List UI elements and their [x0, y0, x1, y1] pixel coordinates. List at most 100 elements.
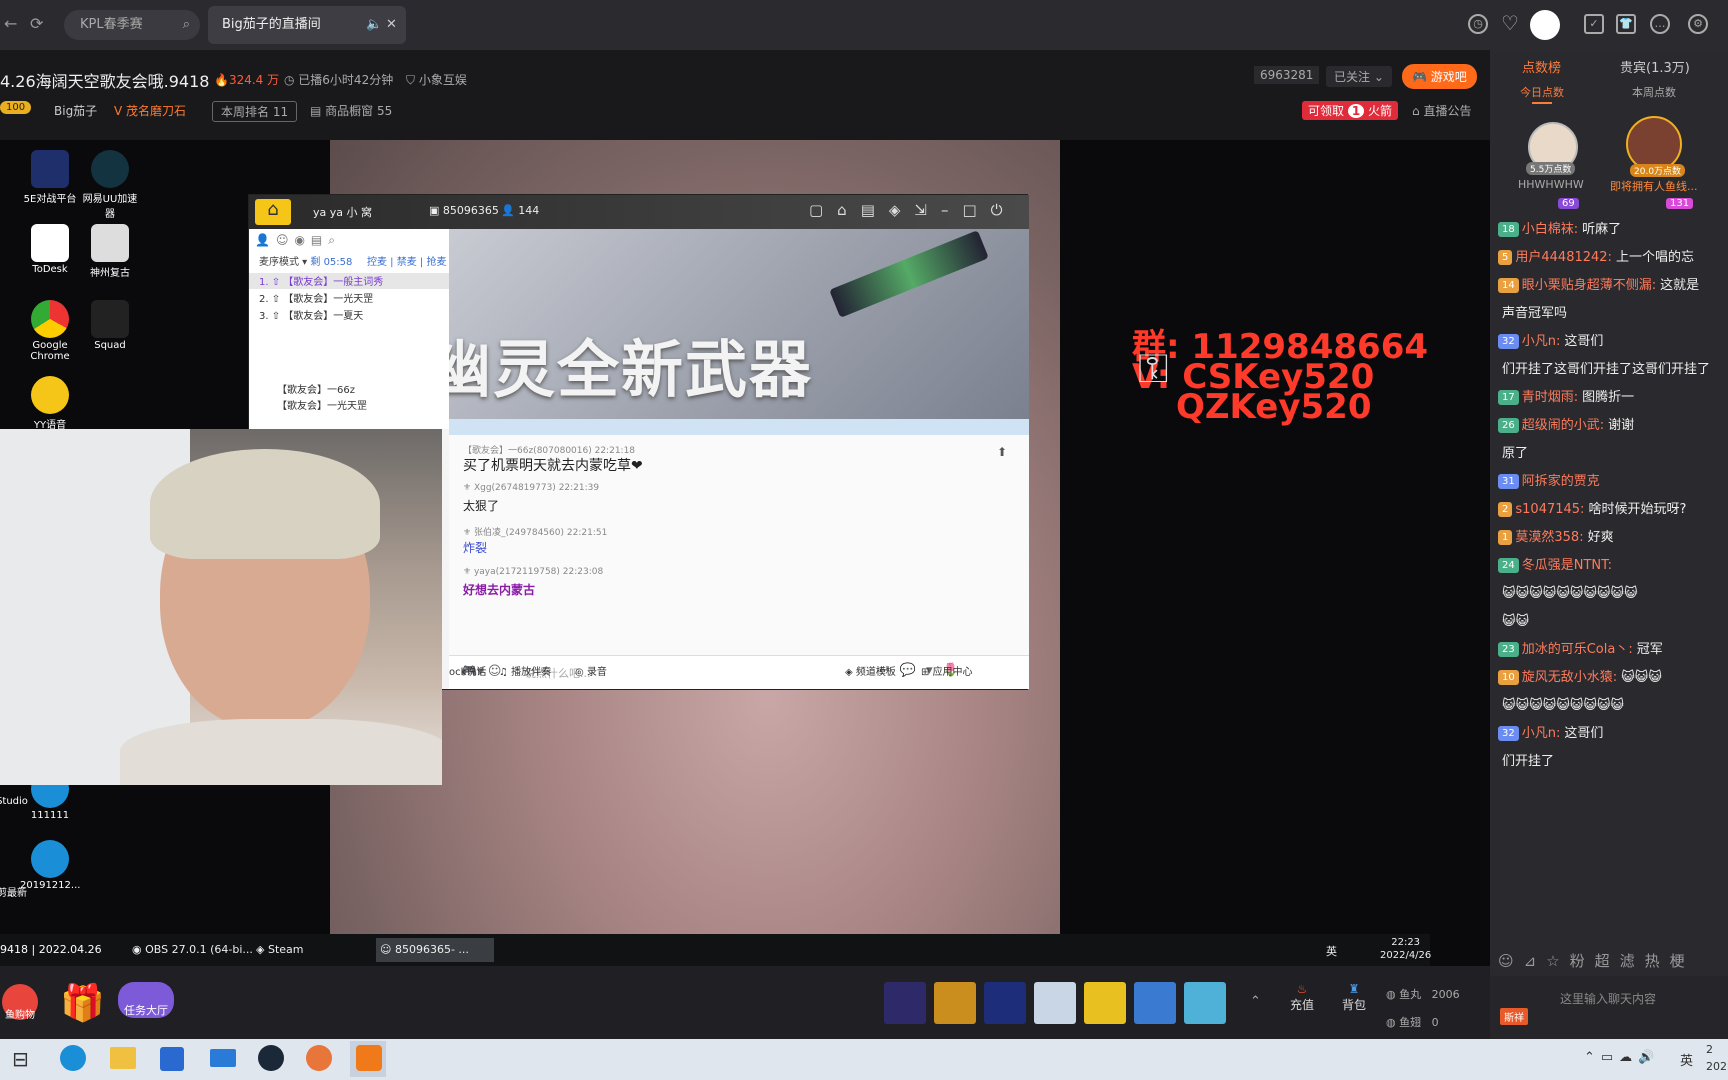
task-app[interactable]: ☺ 85096365- ...	[380, 943, 469, 956]
chat-username[interactable]: s1047145:	[1515, 502, 1584, 517]
gift-card-icon[interactable]	[1084, 982, 1126, 1024]
yy-channel-name: ya ya 小 窝	[313, 206, 372, 219]
weekly-rank[interactable]: 本周排名 11	[212, 101, 298, 122]
task-app[interactable]: ◈ Steam	[256, 943, 304, 956]
gift-rocket2-icon[interactable]	[984, 982, 1026, 1024]
task-hall-button[interactable]: 任务大厅	[118, 982, 174, 1018]
shop-window[interactable]: ▤ 商品橱窗 55	[310, 102, 392, 119]
app-icon[interactable]	[306, 1045, 332, 1071]
shirt-icon[interactable]: 👕	[1616, 14, 1636, 34]
edge-icon[interactable]	[60, 1045, 86, 1071]
member-item[interactable]: 【歌友会】一66z	[277, 381, 355, 396]
task-app[interactable]: ◉ OBS 27.0.1 (64-bi...	[132, 943, 253, 956]
task-icon[interactable]: ✓	[1584, 14, 1604, 34]
folder-icon[interactable]	[110, 1047, 136, 1069]
chat-username[interactable]: 阿拆家的贾克	[1522, 474, 1600, 489]
desktop-icon[interactable]: 网易UU加速器	[80, 150, 140, 220]
close-icon[interactable]: ✕	[386, 6, 397, 44]
recharge-button[interactable]: ♨ 充值	[1290, 982, 1314, 1013]
search-icon[interactable]: ⌕	[183, 10, 190, 40]
mail-icon[interactable]	[210, 1049, 236, 1067]
browser-tab[interactable]: Big茄子的直播间 🔈 ✕	[208, 6, 406, 44]
follow-button[interactable]: 已关注 ⌄	[1326, 66, 1392, 87]
desktop-icon[interactable]: 5E对战平台	[20, 150, 80, 205]
chat-username[interactable]: 用户44481242:	[1515, 250, 1612, 265]
chat-username[interactable]: 小凡n:	[1522, 334, 1561, 349]
mode-select[interactable]: 麦序模式 ▾ 剩 05:58	[259, 253, 352, 268]
desktop-icon[interactable]: 神州复古	[80, 224, 140, 279]
browser-toolbar: ← ⟳ KPL春季赛 ⌕ Big茄子的直播间 🔈 ✕ ◷ ♡ ✓ 👕 … ⚙	[0, 0, 1728, 50]
bottom-item[interactable]: ock说话	[449, 663, 486, 678]
expand-gifts-icon[interactable]: ⌃	[1250, 994, 1261, 1009]
desktop-icon[interactable]: ToDesk	[20, 224, 80, 275]
bottom-item[interactable]: ♫ 播放伴奏	[499, 663, 551, 678]
tab-week-points[interactable]: 本周点数	[1632, 84, 1676, 100]
message-icon[interactable]: …	[1650, 14, 1670, 34]
ime-indicator[interactable]: 英	[1680, 1050, 1693, 1069]
msg-meta: ⚜ yaya(2172119758) 22:23:08	[463, 567, 604, 577]
video-player[interactable]: 5E对战平台 网易UU加速器 ToDesk 神州复古 Google Chrome…	[0, 140, 1490, 966]
chat-username[interactable]: 小白棉袜:	[1522, 222, 1578, 237]
gift-box-icon[interactable]: 🎁	[60, 982, 105, 1024]
desktop-icon[interactable]: YY语音	[20, 376, 80, 431]
back-icon[interactable]: ←	[4, 14, 17, 33]
banner-text: 幽灵全新武器	[449, 333, 814, 406]
sound-icon[interactable]: 🔈	[366, 6, 382, 44]
chat-tools[interactable]: ☺⊿☆粉超滤热梗	[1498, 950, 1695, 971]
gift-jet-icon[interactable]	[1034, 982, 1076, 1024]
tab-points-rank[interactable]: 点数榜	[1522, 57, 1561, 76]
yy-banner[interactable]: 幽灵全新武器	[449, 229, 1029, 435]
user-level-badge: 32	[1498, 726, 1519, 741]
chat-username[interactable]: 加冰的可乐Cola丶:	[1522, 642, 1633, 657]
chat-username[interactable]: 眼小栗贴身超薄不侧漏:	[1522, 278, 1656, 293]
desktop-icon[interactable]: Squad	[80, 300, 140, 351]
history-icon[interactable]: ◷	[1468, 14, 1488, 34]
queue-item[interactable]: 1. ⇧ 【歌友会】一般主词秀	[259, 273, 383, 288]
bottom-item[interactable]: ◎ 录音	[575, 663, 607, 678]
category-link[interactable]: ⛉ 小象互娱	[406, 71, 467, 88]
store-icon[interactable]	[160, 1047, 184, 1071]
search-input[interactable]: KPL春季赛 ⌕	[64, 10, 200, 40]
scroll-top-icon[interactable]: ⬆	[997, 445, 1007, 459]
chat-username[interactable]: 青时烟雨:	[1522, 390, 1578, 405]
favorite-icon[interactable]: ♡	[1500, 13, 1520, 34]
mic-links[interactable]: 控麦 | 禁麦 | 抢麦	[367, 253, 446, 268]
tab-today-points[interactable]: 今日点数	[1520, 84, 1564, 100]
refresh-icon[interactable]: ⟳	[30, 14, 43, 33]
rocket-coupon[interactable]: 可领取 1 火箭	[1302, 101, 1399, 120]
yy-sidebar-icons[interactable]: 👤☺◉▤⌕	[255, 233, 341, 248]
home-icon[interactable]: ⌂	[255, 199, 291, 225]
bottom-item[interactable]: ⊞ 应用中心	[921, 663, 973, 678]
clock[interactable]: 2 202	[1706, 1041, 1727, 1075]
queue-item[interactable]: 3. ⇧ 【歌友会】一夏天	[259, 307, 363, 322]
bag-button[interactable]: ♜ 背包	[1342, 982, 1366, 1013]
tab-vip[interactable]: 贵宾(1.3万)	[1620, 57, 1690, 76]
queue-item[interactable]: 2. ⇧ 【歌友会】一光天罡	[259, 290, 373, 305]
desktop-icon[interactable]: Google Chrome	[20, 300, 80, 362]
gift-train-icon[interactable]	[1184, 982, 1226, 1024]
user-level-badge: 24	[1498, 558, 1519, 573]
steam-icon[interactable]	[258, 1045, 284, 1071]
task-view-icon[interactable]: ⊟	[12, 1047, 29, 1071]
notice-link[interactable]: ⌂ 直播公告	[1412, 102, 1471, 119]
gift-snow-icon[interactable]	[1134, 982, 1176, 1024]
system-tray[interactable]: ⌃▭☁🔊	[1584, 1050, 1660, 1065]
chat-username[interactable]: 莫漠然358:	[1515, 530, 1583, 545]
game-bar-button[interactable]: 🎮 游戏吧	[1402, 64, 1477, 89]
chat-text: 原了	[1502, 446, 1529, 461]
avatar[interactable]	[1530, 10, 1560, 40]
bottom-item[interactable]: ◈ 频道模板	[845, 663, 896, 678]
chat-username[interactable]: 超级闹的小武:	[1522, 418, 1604, 433]
yy-window-controls[interactable]: ▢⌂▤◈⇲–□⏻	[809, 201, 1017, 219]
chat-username[interactable]: 冬瓜强是NTNT:	[1522, 558, 1612, 573]
chat-username[interactable]: 旋风无敌小水猿:	[1522, 670, 1617, 685]
member-item[interactable]: 【歌友会】一光天罡	[277, 397, 367, 412]
fish-shop-button[interactable]: 鱼购物	[2, 984, 38, 1021]
gift-rocket-icon[interactable]	[884, 982, 926, 1024]
settings-icon[interactable]: ⚙	[1688, 14, 1708, 34]
gift-plane-icon[interactable]	[934, 982, 976, 1024]
douyu-icon[interactable]	[356, 1045, 382, 1071]
chat-input[interactable]: 这里输入聊天内容	[1560, 990, 1656, 1007]
chat-username[interactable]: 小凡n:	[1522, 726, 1561, 741]
streamer-name[interactable]: Big茄子	[54, 102, 97, 119]
